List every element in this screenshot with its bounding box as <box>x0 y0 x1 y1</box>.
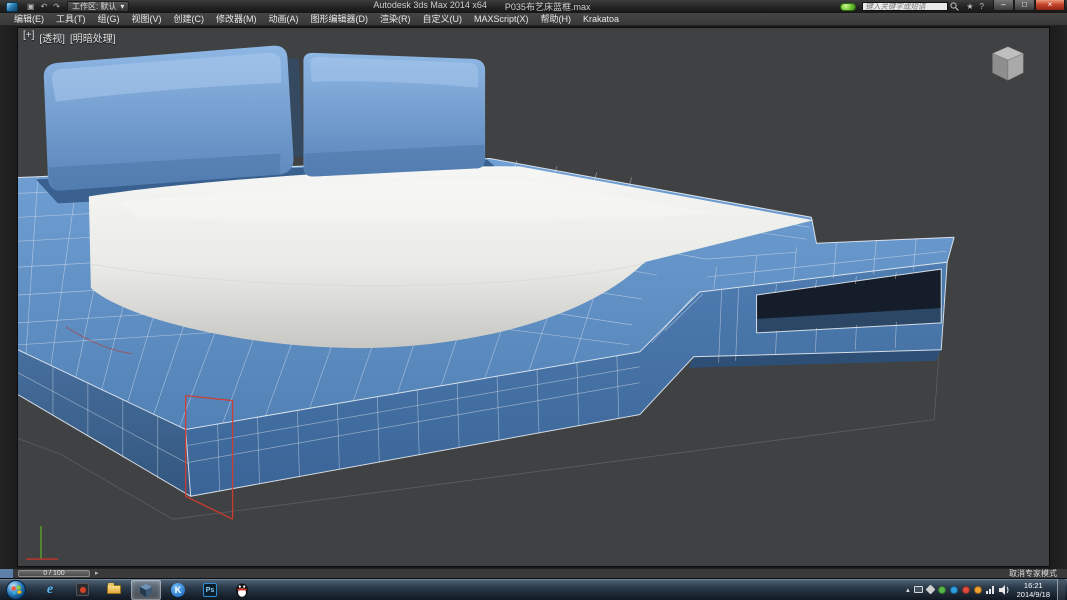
window-controls: – □ × <box>993 0 1065 11</box>
application-menu-button[interactable] <box>0 0 24 13</box>
3dsmax-taskbar-icon <box>140 583 152 597</box>
taskbar-icon-3dsmax-active[interactable] <box>131 579 161 600</box>
network-icon[interactable] <box>985 585 994 594</box>
redo-icon[interactable]: ↷ <box>50 0 63 13</box>
timeline-corner-chip <box>0 569 14 578</box>
online-status-icon[interactable] <box>840 2 857 11</box>
infocenter-search <box>862 2 960 11</box>
volume-icon[interactable] <box>998 584 1010 595</box>
viewport-pov-label[interactable]: [透视] <box>39 30 65 45</box>
k-app-icon: K <box>171 582 185 597</box>
workspace-selector[interactable]: 工作区: 默认 ▾ <box>66 1 130 12</box>
windows-flag-icon <box>10 584 22 595</box>
menubar: 编辑(E) 工具(T) 组(G) 视图(V) 创建(C) 修改器(M) 动画(A… <box>0 13 1067 26</box>
tray-app-icon-blue[interactable] <box>949 585 958 594</box>
titlebar: ▣ ↶ ↷ 工作区: 默认 ▾ Autodesk 3ds Max 2014 x6… <box>0 0 1067 13</box>
tray-app-icon-orange[interactable] <box>973 585 982 594</box>
undo-icon[interactable]: ↶ <box>38 0 51 13</box>
3dsmax-logo-icon <box>6 1 18 12</box>
cancel-expert-mode-button[interactable]: 取消专家模式 <box>1009 570 1057 578</box>
ie-icon: e <box>46 581 54 597</box>
search-icon[interactable] <box>950 2 960 11</box>
time-slider[interactable]: 0 / 100 <box>18 570 90 577</box>
tray-shield-icon[interactable] <box>925 584 936 595</box>
tray-app-icon-red[interactable] <box>961 585 970 594</box>
document-title-text: P035布艺床蓝框.max <box>504 2 591 12</box>
menu-modifiers[interactable]: 修改器(M) <box>210 13 263 26</box>
taskbar-icon-media-player[interactable] <box>67 580 97 600</box>
minimize-button[interactable]: – <box>993 0 1014 11</box>
taskbar-clock[interactable]: 16:21 2014/9/18 <box>1017 581 1050 599</box>
menu-group[interactable]: 组(G) <box>92 13 126 26</box>
maximize-button[interactable]: □ <box>1014 0 1035 11</box>
chevron-down-icon: ▾ <box>120 2 125 11</box>
taskbar-icon-ie[interactable]: e <box>35 580 65 600</box>
window-title: Autodesk 3ds Max 2014 x64 P035布艺床蓝框.max <box>129 0 834 13</box>
clock-time: 16:21 <box>1023 580 1043 590</box>
menu-views[interactable]: 视图(V) <box>126 13 168 26</box>
menu-krakatoa[interactable]: Krakatoa <box>577 13 625 26</box>
viewport-label: [+] [透视] [明暗处理] <box>23 30 116 45</box>
3dsmax-window: ▣ ↶ ↷ 工作区: 默认 ▾ Autodesk 3ds Max 2014 x6… <box>0 0 1067 600</box>
system-tray: ▴ 16:21 2014/9/18 <box>906 578 1067 600</box>
start-button[interactable] <box>6 579 26 600</box>
clock-date: 2014/9/18 <box>1016 589 1050 599</box>
show-desktop-button[interactable] <box>1057 578 1065 600</box>
taskbar-icon-photoshop[interactable]: Ps <box>195 580 225 600</box>
help-icon[interactable]: ? <box>977 0 987 13</box>
frame-indicator: 0 / 100 <box>43 570 65 577</box>
tray-monitor-icon[interactable] <box>913 586 923 593</box>
menu-tools[interactable]: 工具(T) <box>50 13 92 26</box>
menu-help[interactable]: 帮助(H) <box>535 13 578 26</box>
viewport-general-menu[interactable]: [+] <box>23 30 34 45</box>
favorites-star-icon[interactable]: ★ <box>963 0 976 13</box>
close-button[interactable]: × <box>1035 0 1065 11</box>
menu-animation[interactable]: 动画(A) <box>263 13 305 26</box>
timeline-bar: 0 / 100 ▸ 取消专家模式 <box>0 568 1067 578</box>
taskbar-icon-qq[interactable] <box>227 580 257 600</box>
next-frame-arrow-icon[interactable]: ▸ <box>95 569 99 578</box>
menu-customize[interactable]: 自定义(U) <box>417 13 469 26</box>
folder-icon <box>107 583 121 594</box>
workspace-label: 工作区: 默认 <box>71 2 117 11</box>
tray-app-icon-green[interactable] <box>937 585 946 594</box>
taskbar-icon-explorer-folder[interactable] <box>99 580 129 600</box>
media-player-icon <box>75 583 89 596</box>
photoshop-icon: Ps <box>203 582 217 597</box>
bed-model <box>18 45 955 560</box>
menu-create[interactable]: 创建(C) <box>168 13 211 26</box>
menu-graph-editors[interactable]: 图形编辑器(D) <box>305 13 375 26</box>
taskbar-icon-k-app[interactable]: K <box>163 580 193 600</box>
viewport-shading-label[interactable]: [明暗处理] <box>70 30 116 45</box>
viewport-perspective[interactable]: [+] [透视] [明暗处理] <box>17 27 1050 567</box>
taskbar: e K Ps ▴ 16:21 2014/9/18 <box>0 578 1067 600</box>
qq-penguin-icon <box>236 583 248 597</box>
menu-maxscript[interactable]: MAXScript(X) <box>468 13 535 26</box>
viewcube[interactable] <box>979 40 1033 90</box>
menu-edit[interactable]: 编辑(E) <box>8 13 50 26</box>
tray-hidden-icons-arrow[interactable]: ▴ <box>906 586 910 594</box>
search-input[interactable] <box>862 2 949 11</box>
app-title-text: Autodesk 3ds Max 2014 x64 <box>373 0 487 10</box>
menu-rendering[interactable]: 渲染(R) <box>374 13 417 26</box>
viewport-frame: [+] [透视] [明暗处理] <box>0 26 1067 568</box>
save-icon[interactable]: ▣ <box>24 0 38 13</box>
